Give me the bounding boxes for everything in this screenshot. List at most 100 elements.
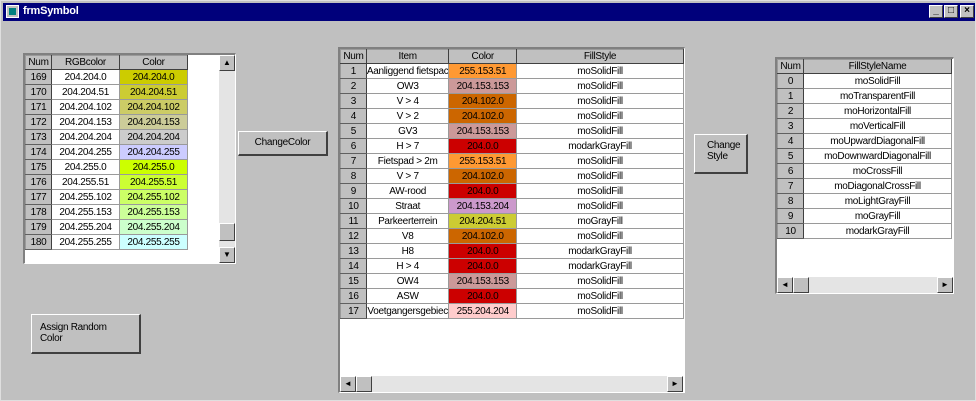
table-row[interactable]: 8 moLightGrayFill [777,193,952,209]
color-swatch-cell[interactable]: 204.204.0 [119,69,188,85]
color-swatch-cell[interactable]: 204.204.51 [448,213,518,229]
table-row[interactable]: 11 Parkeerterrein 204.204.51 moGrayFill [340,213,684,229]
column-header-rgbcolor[interactable]: RGBcolor [51,55,120,70]
table-row[interactable]: 179 204.255.204 204.255.204 [25,219,188,235]
table-row[interactable]: 2 OW3 204.153.153 moSolidFill [340,78,684,94]
column-header-fillstyle[interactable]: FillStyle [516,49,684,64]
title-bar[interactable]: frmSymbol _ □ × [3,3,975,21]
color-swatch-cell[interactable]: 255.153.51 [448,63,518,79]
table-row[interactable]: 8V > 7 204.102.0 moSolidFill [340,168,684,184]
table-row[interactable]: 177 204.255.102 204.255.102 [25,189,188,205]
row-number[interactable]: 176 [25,174,52,190]
color-swatch-cell[interactable]: 204.0.0 [448,258,518,274]
fill-style-cell[interactable]: moSolidFill [516,153,684,169]
table-row[interactable]: 10 modarkGrayFill [777,223,952,239]
fill-style-name-cell[interactable]: moDownwardDiagonalFill [803,148,952,164]
fill-style-name-cell[interactable]: modarkGrayFill [803,223,952,239]
rgb-value-cell[interactable]: 204.255.51 [51,174,120,190]
table-row[interactable]: 176 204.255.51 204.255.51 [25,174,188,190]
fill-style-cell[interactable]: moSolidFill [516,183,684,199]
fill-style-cell[interactable]: moSolidFill [516,93,684,109]
scroll-thumb[interactable] [219,223,235,241]
color-swatch-cell[interactable]: 204.0.0 [448,183,518,199]
row-number[interactable]: 2 [340,78,367,94]
rgb-value-cell[interactable]: 204.255.0 [51,159,120,175]
row-number[interactable]: 9 [340,183,367,199]
color-swatch-cell[interactable]: 204.204.153 [119,114,188,130]
rgb-value-cell[interactable]: 204.204.0 [51,69,120,85]
color-swatch-cell[interactable]: 255.204.204 [448,303,518,319]
item-name-cell[interactable]: V > 2 [365,108,450,124]
rgb-value-cell[interactable]: 204.204.51 [51,84,120,100]
scroll-left-arrow-icon[interactable]: ◄ [777,277,793,293]
fill-style-name-cell[interactable]: moHorizontalFill [803,103,952,119]
color-swatch-cell[interactable]: 204.204.102 [119,99,188,115]
row-number[interactable]: 16 [340,288,367,304]
item-name-cell[interactable]: OW4 [365,273,450,289]
table-row[interactable]: 17 Voetgangersgebiec 255.204.204 moSolidFil… [340,303,684,319]
color-swatch-cell[interactable]: 204.0.0 [448,288,518,304]
row-number[interactable]: 180 [25,234,52,250]
rgb-value-cell[interactable]: 204.255.153 [51,204,120,220]
scroll-right-arrow-icon[interactable]: ► [937,277,953,293]
scroll-thumb[interactable] [356,376,372,392]
table-row[interactable]: 173 204.204.204 204.204.204 [25,129,188,145]
row-number[interactable]: 14 [340,258,367,274]
fill-style-cell[interactable]: modarkGrayFill [516,258,684,274]
table-row[interactable]: 5 moDownwardDiagonalFill [777,148,952,164]
item-name-cell[interactable]: ASW [365,288,450,304]
table-row[interactable]: 171 204.204.102 204.204.102 [25,99,188,115]
item-name-cell[interactable]: AW-rood [365,183,450,199]
item-name-cell[interactable]: Voetgangersgebiec [365,303,450,319]
fill-style-name-cell[interactable]: moSolidFill [803,73,952,89]
rgb-value-cell[interactable]: 204.255.204 [51,219,120,235]
rgb-value-cell[interactable]: 204.204.255 [51,144,120,160]
row-number[interactable]: 0 [777,73,804,89]
color-swatch-cell[interactable]: 204.204.51 [119,84,188,100]
column-header-item[interactable]: Item [365,49,450,64]
row-number[interactable]: 3 [340,93,367,109]
item-grid-horizontal-scrollbar[interactable]: ◄ ► [340,376,683,392]
table-row[interactable]: 175 204.255.0 204.255.0 [25,159,188,175]
table-row[interactable]: 7 moDiagonalCrossFill [777,178,952,194]
fill-style-cell[interactable]: modarkGrayFill [516,138,684,154]
table-row[interactable]: 172 204.204.153 204.204.153 [25,114,188,130]
color-swatch-cell[interactable]: 204.102.0 [448,168,518,184]
row-number[interactable]: 10 [340,198,367,214]
style-grid-horizontal-scrollbar[interactable]: ◄ ► [777,277,953,293]
item-name-cell[interactable]: Aanliggend fietspac [365,63,450,79]
row-number[interactable]: 173 [25,129,52,145]
color-swatch-cell[interactable]: 204.153.153 [448,273,518,289]
scroll-up-arrow-icon[interactable]: ▲ [219,55,235,71]
rgb-value-cell[interactable]: 204.255.255 [51,234,120,250]
fill-style-cell[interactable]: moSolidFill [516,273,684,289]
column-header-num[interactable]: Num [340,49,367,64]
table-row[interactable]: 174 204.204.255 204.204.255 [25,144,188,160]
row-number[interactable]: 8 [340,168,367,184]
scroll-right-arrow-icon[interactable]: ► [667,376,683,392]
column-header-num[interactable]: Num [25,55,52,70]
color-swatch-cell[interactable]: 204.255.51 [119,174,188,190]
color-swatch-cell[interactable]: 204.255.102 [119,189,188,205]
column-header-color[interactable]: Color [448,49,518,64]
fill-style-grid[interactable]: Num FillStyleName 0 moSolidFill 1 moTranspa… [775,57,954,294]
rgb-value-cell[interactable]: 204.255.102 [51,189,120,205]
row-number[interactable]: 6 [340,138,367,154]
column-header-fillstylename[interactable]: FillStyleName [803,59,952,74]
row-number[interactable]: 11 [340,213,367,229]
rgb-color-grid[interactable]: Num RGBcolor Color 169 204.204.0 204.204.0… [23,53,236,264]
scroll-thumb[interactable] [793,277,809,293]
row-number[interactable]: 4 [777,133,804,149]
row-number[interactable]: 171 [25,99,52,115]
row-number[interactable]: 1 [777,88,804,104]
row-number[interactable]: 12 [340,228,367,244]
rgb-value-cell[interactable]: 204.204.204 [51,129,120,145]
table-row[interactable]: 1 moTransparentFill [777,88,952,104]
color-swatch-cell[interactable]: 204.255.255 [119,234,188,250]
color-swatch-cell[interactable]: 204.0.0 [448,138,518,154]
fill-style-cell[interactable]: moSolidFill [516,78,684,94]
table-row[interactable]: 4 moUpwardDiagonalFill [777,133,952,149]
change-style-button[interactable]: Change Style [694,134,748,174]
item-name-cell[interactable]: H > 4 [365,258,450,274]
table-row[interactable]: 6 moCrossFill [777,163,952,179]
